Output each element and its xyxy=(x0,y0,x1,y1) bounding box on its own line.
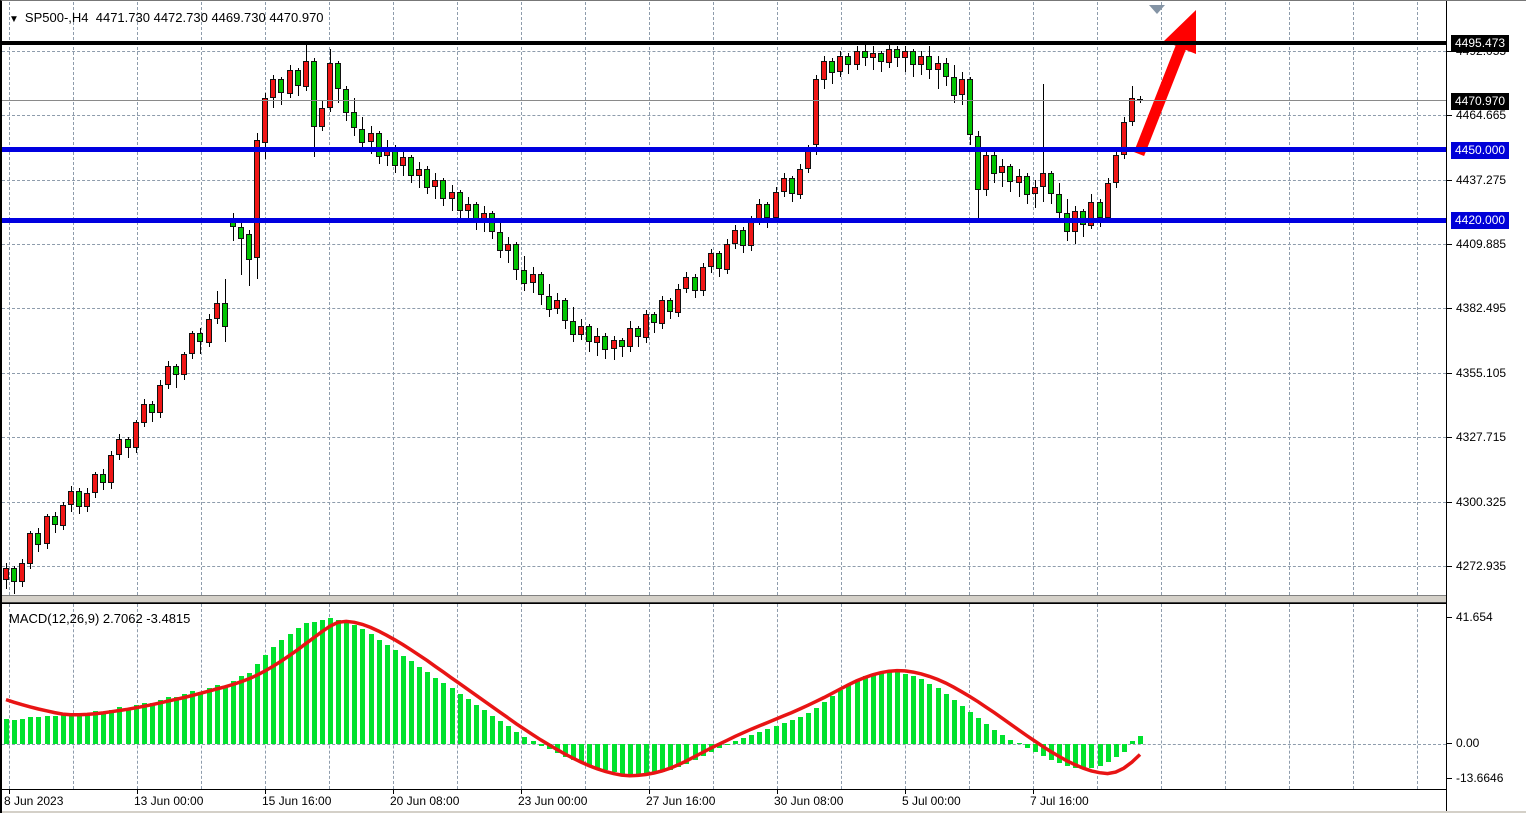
price-axis-label: 4409.885 xyxy=(1456,237,1506,251)
time-axis-label: 20 Jun 08:00 xyxy=(390,794,459,808)
price-axis-tick xyxy=(1447,373,1452,374)
price-axis-tick xyxy=(1447,566,1452,567)
time-axis[interactable]: 8 Jun 2023 13 Jun 00:00 15 Jun 16:00 20 Jun… xyxy=(2,789,1446,811)
macd-indicator-label: MACD(12,26,9) 2.7062 -3.4815 xyxy=(9,611,190,626)
quote-close: 4470.970 xyxy=(269,10,323,25)
horizontal-level-line[interactable] xyxy=(2,147,1446,152)
time-axis-label: 7 Jul 16:00 xyxy=(1030,794,1089,808)
price-axis-label: 4464.665 xyxy=(1456,108,1506,122)
symbol-period-label: SP500-,H4 xyxy=(25,10,89,25)
price-axis-label: 4355.105 xyxy=(1456,366,1506,380)
time-axis-label: 23 Jun 00:00 xyxy=(518,794,587,808)
macd-axis-tick xyxy=(1447,778,1452,779)
time-axis-label: 5 Jul 00:00 xyxy=(902,794,961,808)
price-level-badge[interactable]: 4420.000 xyxy=(1451,212,1509,229)
trading-chart-window: ▼ SP500-,H4 4471.730 4472.730 4469.730 44… xyxy=(0,0,1526,813)
price-axis-label: 4327.715 xyxy=(1456,430,1506,444)
price-axis-label: 4300.325 xyxy=(1456,495,1506,509)
chart-title: ▼ SP500-,H4 4471.730 4472.730 4469.730 44… xyxy=(9,10,324,25)
price-chart-pane[interactable]: ▼ SP500-,H4 4471.730 4472.730 4469.730 44… xyxy=(2,2,1446,595)
quote-low: 4469.730 xyxy=(211,10,265,25)
price-axis-label: 4272.935 xyxy=(1456,559,1506,573)
trend-arrow-layer xyxy=(2,2,1446,595)
price-axis-tick xyxy=(1447,244,1452,245)
macd-pane[interactable]: MACD(12,26,9) 2.7062 -3.4815 xyxy=(2,603,1446,789)
time-axis-label: 8 Jun 2023 xyxy=(4,794,63,808)
horizontal-level-line[interactable] xyxy=(2,218,1446,223)
price-axis-tick xyxy=(1447,502,1452,503)
price-axis[interactable]: 4492.0554464.6654437.2754409.8854382.495… xyxy=(1446,1,1526,811)
macd-axis-label: 41.654 xyxy=(1456,610,1493,624)
price-level-badge[interactable]: 4450.000 xyxy=(1451,142,1509,159)
macd-axis-label: 0.00 xyxy=(1456,736,1479,750)
quote-open: 4471.730 xyxy=(96,10,150,25)
horizontal-level-line[interactable] xyxy=(2,41,1446,45)
macd-signal-line xyxy=(2,604,1446,789)
time-axis-label: 15 Jun 16:00 xyxy=(262,794,331,808)
price-axis-label: 4382.495 xyxy=(1456,301,1506,315)
current-price-line[interactable] xyxy=(2,100,1446,101)
price-axis-tick xyxy=(1447,437,1452,438)
macd-axis-tick xyxy=(1447,617,1452,618)
time-axis-label: 27 Jun 16:00 xyxy=(646,794,715,808)
price-axis-label: 4437.275 xyxy=(1456,173,1506,187)
up-arrow-head-icon[interactable] xyxy=(1164,10,1196,54)
macd-axis-label: -13.6646 xyxy=(1456,771,1503,785)
time-axis-label: 13 Jun 00:00 xyxy=(134,794,203,808)
price-level-badge[interactable]: 4495.473 xyxy=(1451,35,1509,52)
time-axis-label: 30 Jun 08:00 xyxy=(774,794,843,808)
pane-divider[interactable] xyxy=(2,595,1446,603)
quote-high: 4472.730 xyxy=(154,10,208,25)
price-axis-tick xyxy=(1447,180,1452,181)
symbol-dropdown-icon: ▼ xyxy=(9,14,19,25)
price-axis-tick xyxy=(1447,115,1452,116)
price-level-badge[interactable]: 4470.970 xyxy=(1451,93,1509,110)
macd-axis-tick xyxy=(1447,743,1452,744)
price-axis-tick xyxy=(1447,308,1452,309)
